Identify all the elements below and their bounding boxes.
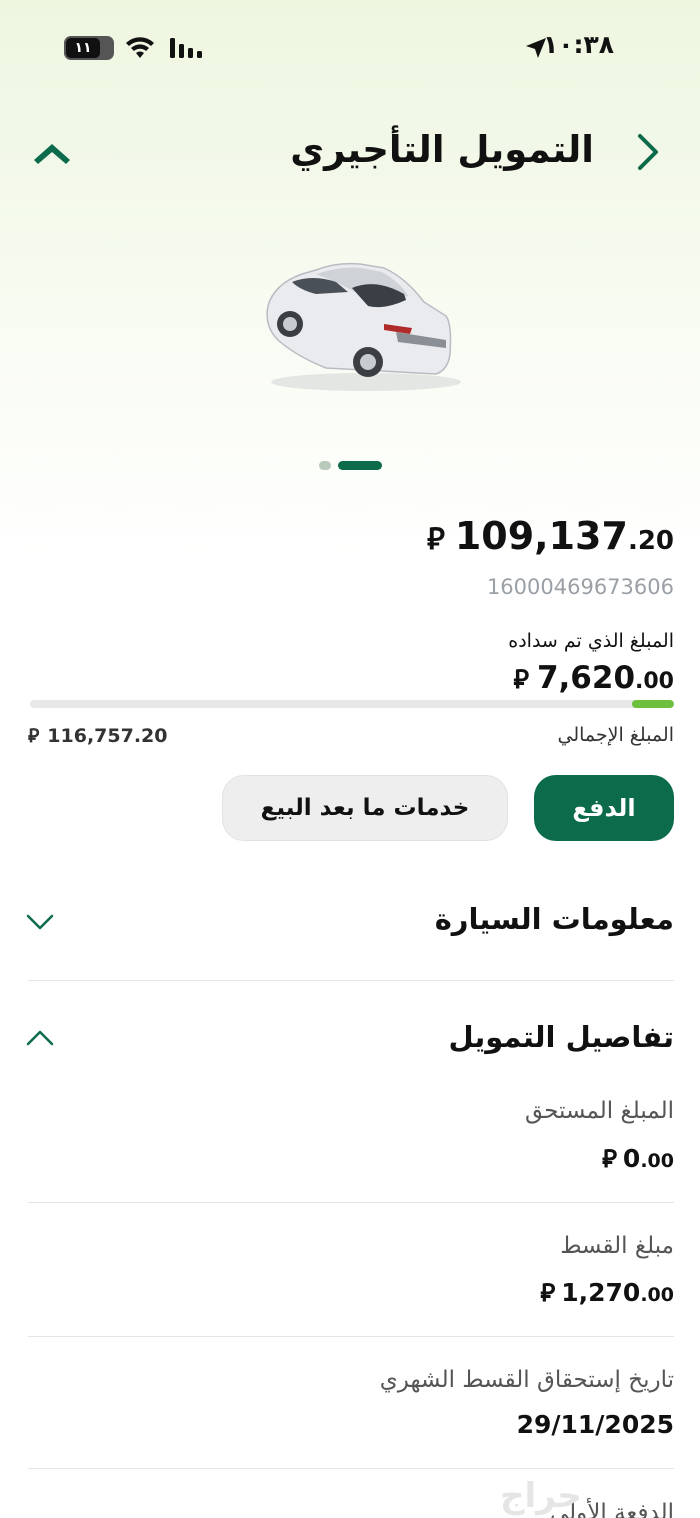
signal-icon bbox=[170, 38, 202, 58]
status-time: ١٠:٣٨ bbox=[542, 30, 614, 59]
paid-label: المبلغ الذي تم سداده bbox=[508, 630, 674, 652]
brand-logo-icon bbox=[34, 144, 70, 164]
chevron-up-icon[interactable] bbox=[26, 1028, 54, 1048]
page-title: التمويل التأجيري bbox=[290, 128, 594, 171]
wifi-icon bbox=[126, 37, 154, 58]
divider bbox=[28, 980, 674, 981]
due-amount-value: ⃁ 0.00 bbox=[602, 1144, 674, 1173]
riyal-currency-icon: ⃁ bbox=[427, 522, 445, 557]
finance-details-section-title[interactable]: تفاصيل التمويل bbox=[448, 1020, 674, 1054]
total-amount: ⃁ 116,757.20 bbox=[28, 725, 168, 747]
due-date-value: 29/11/2025 bbox=[516, 1410, 674, 1439]
back-chevron-icon[interactable] bbox=[632, 130, 664, 174]
pay-button[interactable]: الدفع bbox=[534, 775, 674, 841]
divider bbox=[28, 1336, 674, 1337]
contract-number: 16000469673606 bbox=[486, 575, 674, 599]
after-sales-services-button[interactable]: خدمات ما بعد البيع bbox=[222, 775, 508, 841]
car-info-section-title[interactable]: معلومات السيارة bbox=[435, 902, 674, 936]
due-amount-label: المبلغ المستحق bbox=[525, 1098, 674, 1124]
carousel-dot-active[interactable] bbox=[338, 461, 382, 470]
installment-label: مبلغ القسط bbox=[560, 1233, 674, 1259]
payment-progress-bar bbox=[30, 700, 674, 708]
chevron-down-icon[interactable] bbox=[26, 912, 54, 932]
installment-value: ⃁ 1,270.00 bbox=[540, 1278, 674, 1307]
due-date-label: تاريخ إستحقاق القسط الشهري bbox=[379, 1367, 674, 1393]
remaining-amount: ⃁ 109,137.20 bbox=[427, 514, 674, 558]
paid-amount: ⃁ 7,620.00 bbox=[513, 660, 675, 696]
divider bbox=[28, 1202, 674, 1203]
battery-icon: ١١ bbox=[64, 36, 114, 60]
divider bbox=[28, 1468, 674, 1469]
riyal-currency-icon: ⃁ bbox=[602, 1144, 617, 1173]
battery-level: ١١ bbox=[66, 38, 100, 58]
riyal-currency-icon: ⃁ bbox=[28, 725, 40, 747]
carousel-dot[interactable] bbox=[319, 461, 331, 470]
total-label: المبلغ الإجمالي bbox=[557, 724, 675, 746]
riyal-currency-icon: ⃁ bbox=[513, 665, 529, 695]
riyal-currency-icon: ⃁ bbox=[540, 1278, 556, 1307]
car-image bbox=[266, 262, 461, 391]
watermark: حراج bbox=[500, 1476, 582, 1516]
payment-progress-fill bbox=[632, 700, 674, 708]
